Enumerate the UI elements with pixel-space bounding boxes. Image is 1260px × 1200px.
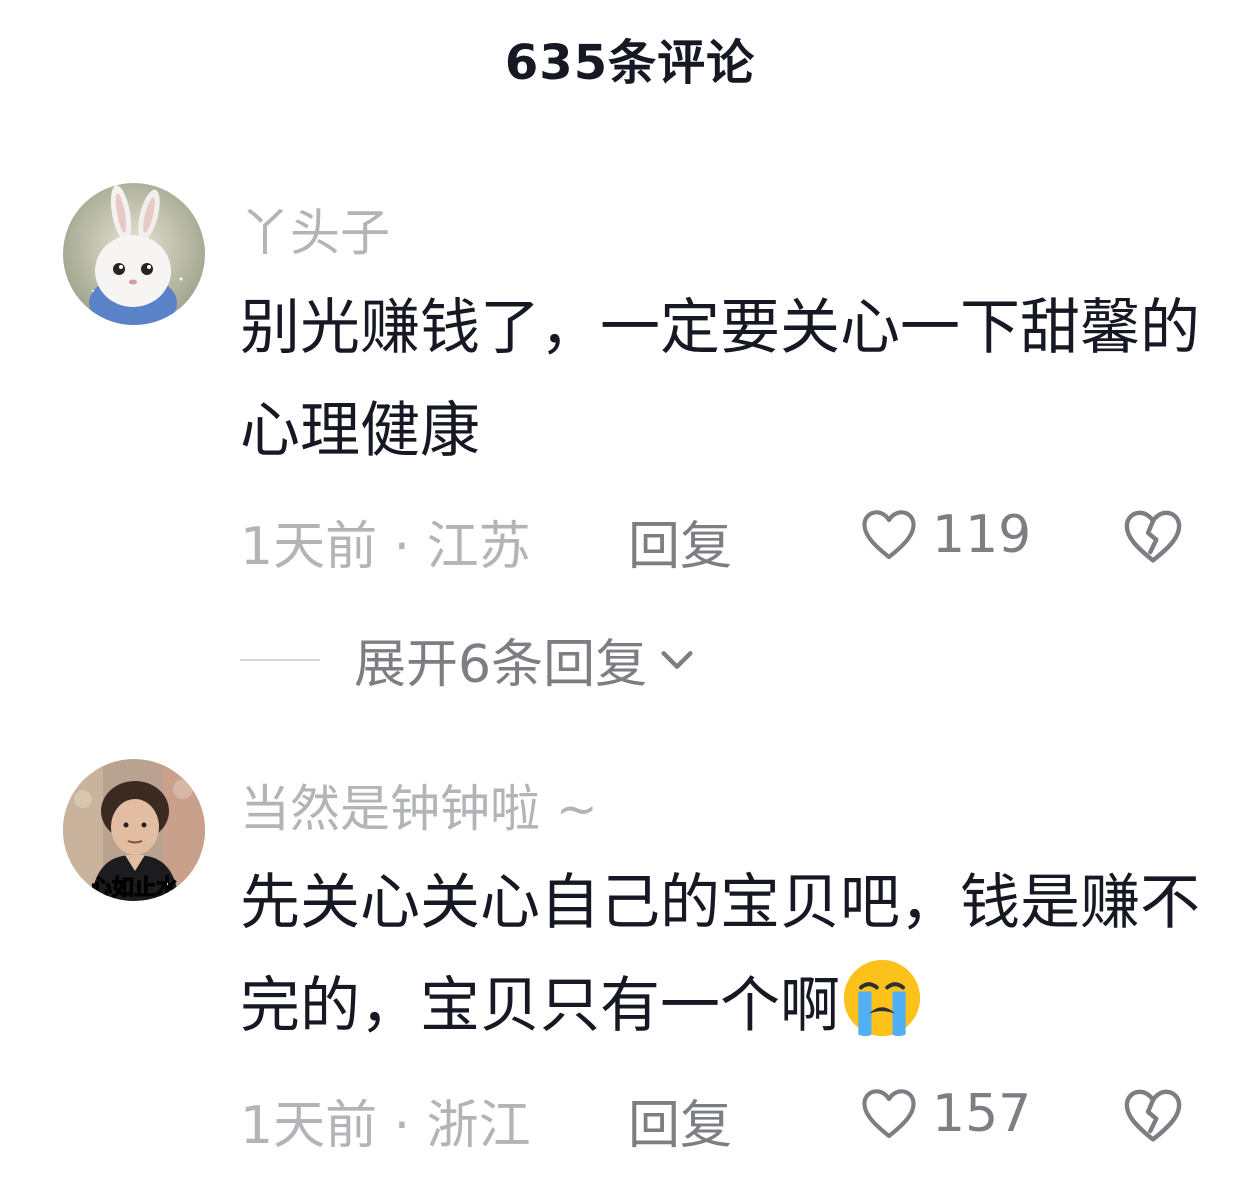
broken-heart-icon [1124,1089,1182,1142]
comment-time-location: 1天前 · 浙江 [240,1096,531,1156]
loudly-crying-face-emoji [843,959,921,1037]
reply-button[interactable]: 回复 [628,504,732,579]
username[interactable]: 当然是钟钟啦 ~ [240,769,598,841]
expand-divider-line [240,658,320,661]
reply-button[interactable]: 回复 [628,1083,732,1158]
like-count: 119 [932,505,1032,565]
dislike-button[interactable] [1120,1083,1186,1149]
avatar[interactable]: 心如止水 [63,759,205,901]
comment-count-title: 635条评论 [504,34,756,91]
chevron-down-icon [661,650,693,669]
like-count: 157 [932,1084,1032,1144]
heart-outline-icon [862,1089,916,1139]
expand-replies-label: 展开6条回复 [354,635,648,695]
comment-text-body: 先关心关心自己的宝贝吧，钱是赚不完的，宝贝只有一个啊 [240,868,1200,1041]
broken-heart-icon [1124,510,1182,563]
comment-time-location: 1天前 · 江苏 [240,517,531,577]
expand-replies-button[interactable]: 展开6条回复 [240,622,697,697]
comment-header: 635条评论 [0,0,1260,115]
heart-outline-icon [862,510,916,560]
comment-text: 别光赚钱了，一定要关心一下甜馨的心理健康 [240,293,1200,466]
comment-panel: 635条评论 丫头子 别光赚钱了，一定要关心一下甜馨的心理健康 1天前 · 江苏… [0,0,1260,1200]
dislike-button[interactable] [1120,504,1186,570]
avatar[interactable] [63,183,205,325]
like-button[interactable]: 119 [858,504,1031,566]
username[interactable]: 丫头子 [240,193,390,265]
comment-text: 先关心关心自己的宝贝吧，钱是赚不完的，宝贝只有一个啊 [240,852,1200,1058]
bunny-avatar-image [63,183,205,325]
like-button[interactable]: 157 [858,1083,1031,1145]
woman-avatar-image: 心如止水 [63,759,205,901]
avatar-caption: 心如止水 [90,876,179,901]
